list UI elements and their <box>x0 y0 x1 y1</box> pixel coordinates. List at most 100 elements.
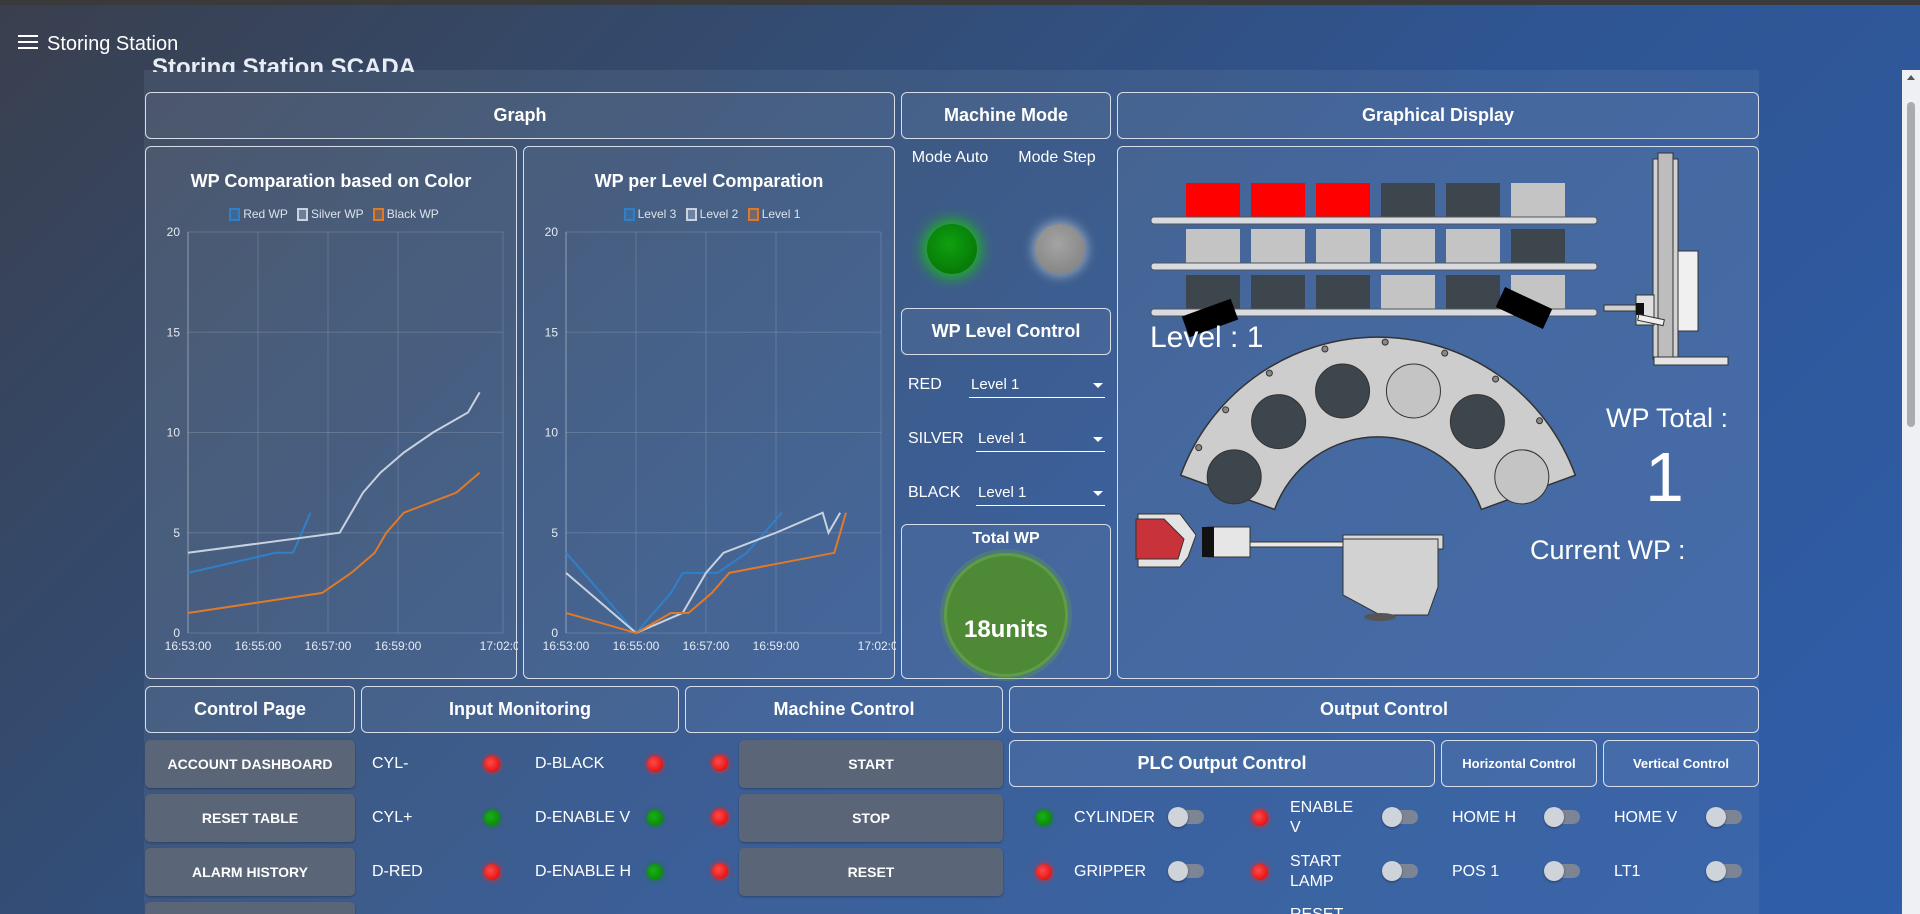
stop-button[interactable]: STOP <box>739 794 1003 842</box>
wp-total-value: 1 <box>1645 438 1684 516</box>
account-dashboard-button[interactable]: ACCOUNT DASHBOARD <box>145 740 355 788</box>
alarm-history-button[interactable]: ALARM HISTORY <box>145 848 355 896</box>
workpiece-slot <box>1511 229 1565 263</box>
gripper-toggle[interactable] <box>1168 861 1204 881</box>
mode-auto-lamp <box>927 224 977 274</box>
input-label: D-BLACK <box>535 755 605 772</box>
start-button[interactable]: START <box>739 740 1003 788</box>
turntable-workpiece <box>1494 449 1550 505</box>
control-page-button-partial[interactable] <box>145 902 355 914</box>
workpiece-slot <box>1316 275 1370 309</box>
mode-auto-label: Mode Auto <box>911 149 989 166</box>
y-tick-label: 10 <box>167 426 181 440</box>
app-title: Storing Station <box>47 33 179 55</box>
workpiece-slot <box>1511 183 1565 217</box>
x-tick-label: 16:59:00 <box>753 639 800 653</box>
output-indicator <box>1252 810 1268 826</box>
gripper-clamp <box>1202 527 1214 557</box>
lt1-toggle[interactable] <box>1706 861 1742 881</box>
gripper-body <box>1207 526 1251 558</box>
scroll-up-icon[interactable] <box>1907 75 1915 80</box>
shelf-bar <box>1150 216 1598 225</box>
y-tick-label: 15 <box>167 325 181 339</box>
y-tick-label: 0 <box>173 626 180 640</box>
wp-level-select[interactable]: Level 1 <box>976 484 1105 506</box>
cylinder-toggle[interactable] <box>1168 807 1204 827</box>
output-indicator <box>1036 810 1052 826</box>
total-wp-panel: Total WP 18units <box>901 524 1111 679</box>
workpiece-slot <box>1381 183 1435 217</box>
output-label: ENABLE V <box>1290 799 1354 836</box>
enable-v-toggle[interactable] <box>1382 807 1418 827</box>
current-wp-label: Current WP : <box>1530 535 1686 565</box>
chevron-down-icon <box>1093 491 1103 496</box>
y-tick-label: 5 <box>173 526 180 540</box>
input-indicator <box>647 864 663 880</box>
chevron-down-icon <box>1093 437 1103 442</box>
wp-total-label: WP Total : <box>1606 403 1729 433</box>
machine-indicator <box>712 809 728 825</box>
output-label: CYLINDER <box>1074 809 1155 826</box>
workpiece-slot <box>1251 229 1305 263</box>
chart-level-panel: WP per Level Comparation Level 3 Level 2… <box>523 146 896 679</box>
workpiece-slot <box>1316 229 1370 263</box>
plc-output-header: PLC Output Control <box>1009 740 1435 787</box>
menu-icon[interactable] <box>18 35 38 49</box>
start-lamp-toggle[interactable] <box>1382 861 1418 881</box>
home-v-toggle[interactable] <box>1706 807 1742 827</box>
workpiece-slot <box>1316 183 1370 217</box>
mode-step-label: Mode Step <box>1018 149 1096 166</box>
pos-1-toggle[interactable] <box>1544 861 1580 881</box>
lift-base <box>1653 356 1729 366</box>
horizontal-label: POS 1 <box>1452 863 1500 880</box>
turntable-bolt <box>1265 369 1273 377</box>
input-indicator <box>484 864 500 880</box>
graphical-display-panel: Level : 1 WP Total : 1 Current WP : <box>1117 146 1759 679</box>
turntable-bolt <box>1195 444 1203 452</box>
page-scrollbar[interactable] <box>1902 70 1920 914</box>
input-indicator <box>484 756 500 772</box>
chart-color-panel: WP Comparation based on Color Red WP Sil… <box>145 146 518 679</box>
workpiece-slot <box>1186 183 1240 217</box>
y-tick-label: 20 <box>545 225 559 239</box>
level-text: Level : 1 <box>1150 321 1264 354</box>
series-line <box>187 391 481 554</box>
graph-header: Graph <box>145 92 895 139</box>
reset-button[interactable]: RESET <box>739 848 1003 896</box>
output-label: GRIPPER <box>1074 863 1147 880</box>
y-tick-label: 5 <box>551 526 558 540</box>
x-tick-label: 17:02:00 <box>858 639 896 653</box>
workpiece-slot <box>1251 275 1305 309</box>
x-tick-label: 16:53:00 <box>543 639 590 653</box>
workpiece-slot <box>1251 183 1305 217</box>
output-label: START LAMP <box>1290 853 1341 890</box>
turntable-workpiece <box>1449 394 1505 450</box>
machine-indicator <box>712 863 728 879</box>
reset-table-button[interactable]: RESET TABLE <box>145 794 355 842</box>
select-value: Level 1 <box>978 430 1027 447</box>
x-tick-label: 16:55:00 <box>235 639 282 653</box>
x-tick-label: 16:57:00 <box>683 639 730 653</box>
select-value: Level 1 <box>978 484 1027 501</box>
x-tick-label: 16:57:00 <box>305 639 352 653</box>
mode-step-lamp <box>1035 224 1085 274</box>
machine-control-header: Machine Control <box>685 686 1003 733</box>
lift-arm <box>1603 304 1637 312</box>
turntable-bolt <box>1441 349 1449 357</box>
control-page-header: Control Page <box>145 686 355 733</box>
scroll-thumb[interactable] <box>1907 102 1915 427</box>
workpiece-slot <box>1381 229 1435 263</box>
chart-plot: 0 5 10 15 20 16:53:00 16:55:00 16:57:00 16:59:00… <box>165 225 518 653</box>
input-indicator <box>484 810 500 826</box>
machine-mode-header: Machine Mode <box>901 92 1111 139</box>
wp-level-label: SILVER <box>908 430 964 447</box>
series-line <box>187 471 481 614</box>
home-h-toggle[interactable] <box>1544 807 1580 827</box>
lift-clamp <box>1636 303 1644 315</box>
wp-level-select[interactable]: Level 1 <box>969 376 1105 398</box>
wp-level-select[interactable]: Level 1 <box>976 430 1105 452</box>
wp-level-label: RED <box>908 376 942 393</box>
input-indicator <box>647 810 663 826</box>
machine-indicator <box>712 755 728 771</box>
turntable-bolt <box>1492 375 1500 383</box>
